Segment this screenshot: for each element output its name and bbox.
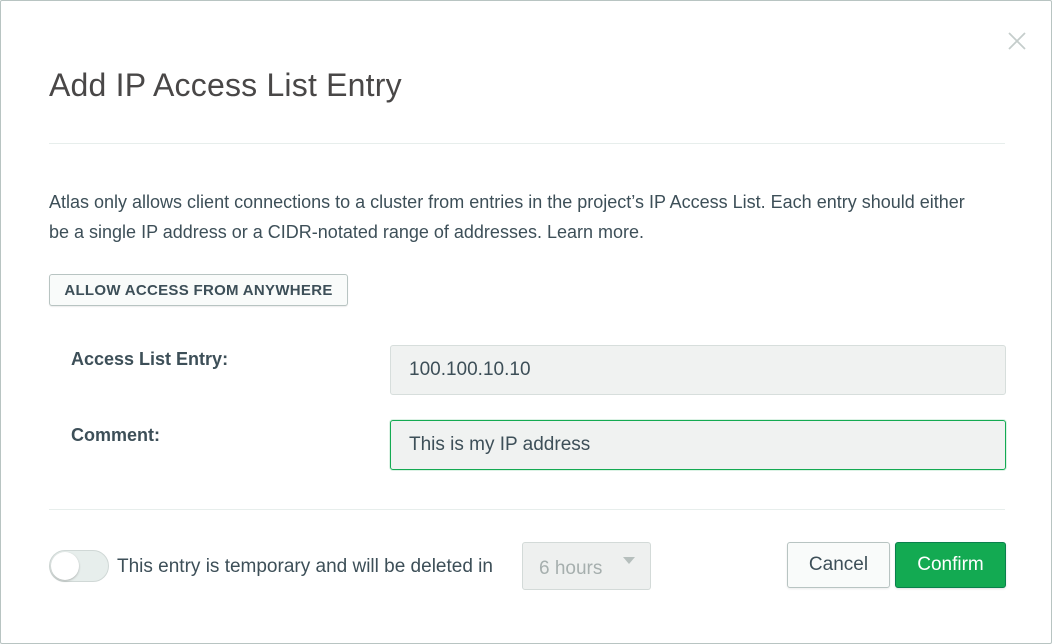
comment-label: Comment: xyxy=(71,425,160,445)
access-list-entry-label: Access List Entry: xyxy=(71,349,229,369)
duration-select[interactable]: 6 hours xyxy=(522,542,651,590)
modal-title: Add IP Access List Entry xyxy=(49,67,402,103)
modal-description: Atlas only allows client connections to … xyxy=(49,187,989,247)
add-ip-access-list-modal: Add IP Access List Entry Atlas only allo… xyxy=(0,0,1052,644)
footer-divider xyxy=(49,509,1005,510)
access-list-entry-input[interactable] xyxy=(390,345,1006,395)
temporary-entry-text: This entry is temporary and will be dele… xyxy=(117,556,493,577)
temporary-entry-toggle[interactable] xyxy=(49,550,109,582)
cancel-button[interactable]: Cancel xyxy=(787,542,890,588)
description-text: Atlas only allows client connections to … xyxy=(49,192,965,242)
close-icon[interactable] xyxy=(1005,29,1029,53)
toggle-knob xyxy=(51,552,79,580)
duration-select-value: 6 hours xyxy=(539,558,603,579)
learn-more-link[interactable]: Learn more. xyxy=(547,222,644,242)
header-divider xyxy=(49,143,1005,144)
allow-access-from-anywhere-button[interactable]: ALLOW ACCESS FROM ANYWHERE xyxy=(49,274,348,306)
comment-input[interactable] xyxy=(390,420,1006,470)
caret-down-icon xyxy=(622,556,636,566)
confirm-button[interactable]: Confirm xyxy=(895,542,1006,588)
